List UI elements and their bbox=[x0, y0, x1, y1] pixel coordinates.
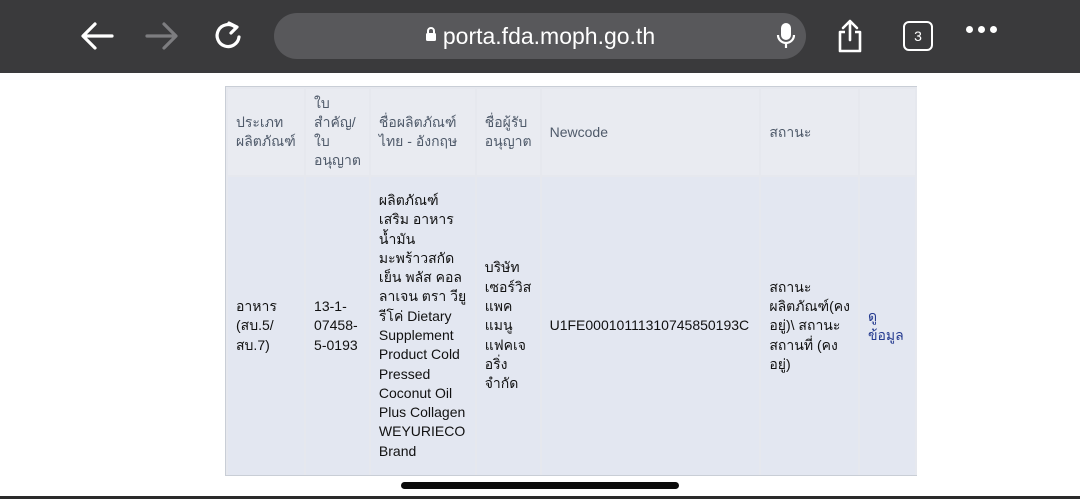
url-text: porta.fda.moph.go.th bbox=[442, 22, 656, 49]
header-licensee: ชื่อผู้รับ อนุญาต bbox=[476, 89, 540, 175]
more-icon[interactable] bbox=[966, 26, 997, 33]
product-table: ประเภท ผลิตภัณฑ์ ใบ สำคัญ/ ใบ อนุญาต ชื่… bbox=[225, 86, 917, 476]
browser-toolbar: porta.fda.moph.go.th 3 bbox=[0, 0, 1080, 73]
view-details-link[interactable]: ดู ข้อมูล bbox=[859, 177, 915, 475]
reload-icon[interactable] bbox=[207, 14, 251, 58]
lock-icon bbox=[425, 26, 437, 46]
share-icon[interactable] bbox=[828, 14, 872, 58]
back-arrow-icon[interactable] bbox=[75, 14, 119, 58]
header-newcode: Newcode bbox=[541, 89, 760, 175]
header-status: สถานะ bbox=[761, 89, 858, 175]
address-bar[interactable]: porta.fda.moph.go.th bbox=[274, 13, 806, 59]
cell-status: สถานะ ผลิตภัณฑ์(คง อยู่)\ สถานะ สถานที่ … bbox=[761, 177, 858, 475]
header-product-type: ประเภท ผลิตภัณฑ์ bbox=[228, 89, 305, 175]
header-license: ใบ สำคัญ/ ใบ อนุญาต bbox=[306, 89, 369, 175]
cell-newcode: U1FE00010111310745850193C bbox=[541, 177, 760, 475]
table-header-row: ประเภท ผลิตภัณฑ์ ใบ สำคัญ/ ใบ อนุญาต ชื่… bbox=[228, 89, 915, 175]
forward-arrow-icon[interactable] bbox=[140, 14, 184, 58]
home-indicator[interactable] bbox=[401, 482, 679, 489]
cell-product-type: อาหาร (สบ.5/ สบ.7) bbox=[228, 177, 305, 475]
microphone-icon[interactable] bbox=[776, 22, 796, 54]
tabs-icon[interactable]: 3 bbox=[903, 21, 933, 51]
header-action bbox=[859, 89, 915, 175]
cell-license: 13-1- 07458- 5-0193 bbox=[306, 177, 369, 475]
cell-licensee: บริษัท เซอร์วิส แพค แมนู แฟคเจ อริ่ง จำก… bbox=[476, 177, 540, 475]
header-product-name: ชื่อผลิตภัณฑ์ ไทย - อังกฤษ bbox=[370, 89, 475, 175]
cell-product-name: ผลิตภัณฑ์เสริม อาหาร น้ำมัน มะพร้าวสกัด … bbox=[370, 177, 475, 475]
table-row: อาหาร (สบ.5/ สบ.7) 13-1- 07458- 5-0193 ผ… bbox=[228, 177, 915, 475]
